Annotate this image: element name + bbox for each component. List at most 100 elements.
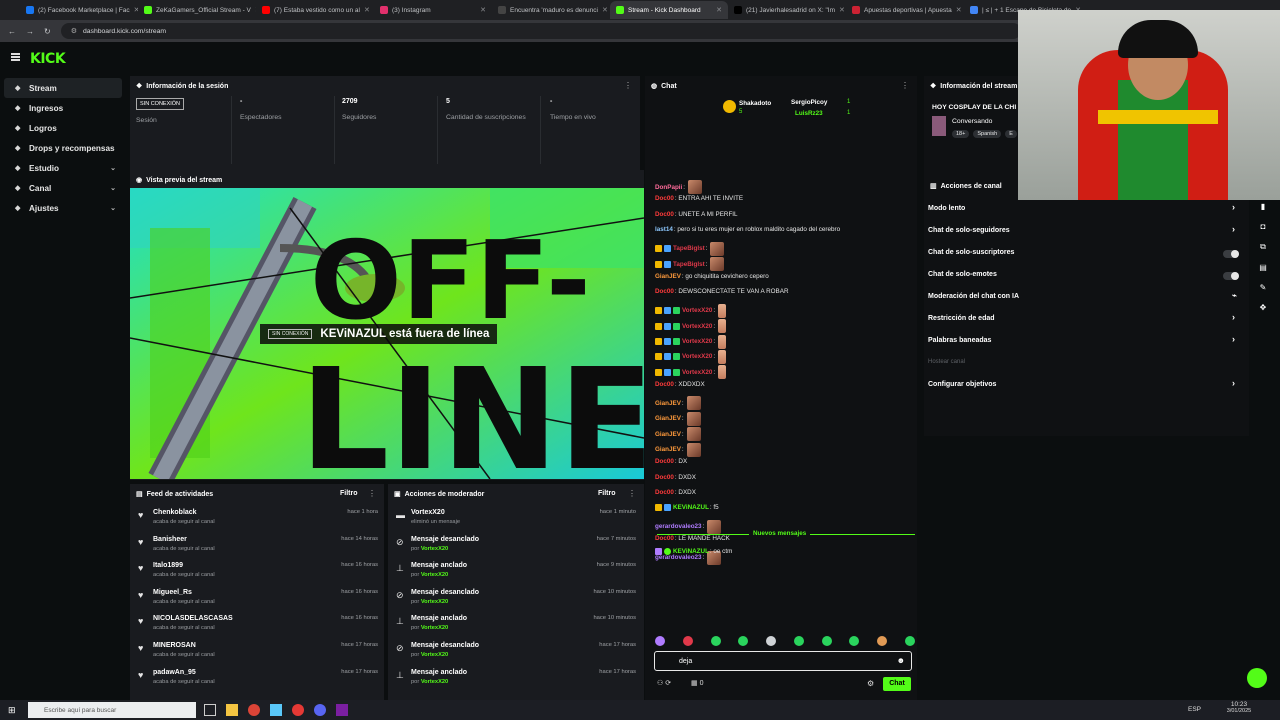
url-field[interactable]: ⚙ dashboard.kick.com/stream bbox=[60, 23, 1021, 39]
chat-tools-icon[interactable]: ⚇ ⟳ bbox=[657, 679, 671, 687]
ai-moderation-icon[interactable]: ⌁ bbox=[1232, 291, 1237, 300]
browser-tab[interactable]: ZeKaGamers_Official Stream - V✕ bbox=[138, 1, 256, 19]
chat-username[interactable]: VortexX20 bbox=[682, 323, 712, 330]
chat-username[interactable]: VortexX20 bbox=[682, 338, 712, 345]
chat-username[interactable]: Doc00 bbox=[655, 288, 674, 295]
chat-more-icon[interactable]: ⋮ bbox=[901, 81, 909, 90]
close-tab-icon[interactable]: ✕ bbox=[364, 6, 370, 14]
emoji-icon[interactable]: ☻ bbox=[897, 656, 905, 665]
chat-username[interactable]: Doc00 bbox=[655, 535, 674, 542]
chat-username[interactable]: GianJEV bbox=[655, 415, 681, 422]
session-more-icon[interactable]: ⋮ bbox=[624, 81, 632, 90]
chat-username[interactable]: TapeBigIst bbox=[673, 261, 705, 268]
chat-username[interactable]: Doc00 bbox=[655, 474, 674, 481]
browser-tab[interactable]: Stream - Kick Dashboard ✕ bbox=[610, 1, 728, 19]
chevron-right-icon[interactable]: › bbox=[1232, 224, 1235, 234]
toggle-switch[interactable] bbox=[1223, 250, 1239, 258]
sidebar-item-canal[interactable]: ◆ Canal ⌄ bbox=[4, 178, 122, 198]
support-chat-icon[interactable] bbox=[1247, 668, 1267, 688]
browser-tab[interactable]: (21) Javierhalesadrid on X: "Im ✕ bbox=[728, 1, 846, 19]
activity-user[interactable]: Migueel_Rs bbox=[153, 589, 192, 596]
browser-tab[interactable]: (2) Facebook Marketplace | Fac ✕ bbox=[20, 1, 138, 19]
activity-user[interactable]: Chenkoblack bbox=[153, 509, 197, 516]
rail-icon[interactable]: ▤ bbox=[1259, 263, 1267, 272]
chat-username[interactable]: VortexX20 bbox=[682, 369, 712, 376]
chat-username[interactable]: Doc00 bbox=[655, 211, 674, 218]
mod-user[interactable]: VortexX20 bbox=[421, 652, 448, 658]
channel-action-5[interactable]: Restricción de edad bbox=[928, 315, 995, 322]
tag[interactable]: E bbox=[1005, 130, 1017, 138]
emote-icon[interactable] bbox=[877, 636, 888, 646]
browser-tab[interactable]: (3) Instagram ✕ bbox=[374, 1, 492, 19]
browser-tab[interactable]: Apuestas deportivas | Apuesta ✕ bbox=[846, 1, 964, 19]
mod-user[interactable]: VortexX20 bbox=[421, 625, 448, 631]
app-icon[interactable] bbox=[270, 704, 282, 716]
chat-username[interactable]: last14 bbox=[655, 226, 673, 233]
activity-user[interactable]: Italo1899 bbox=[153, 562, 183, 569]
chat-username[interactable]: KEViNAZUL bbox=[673, 504, 709, 511]
rail-icon[interactable]: ◘ bbox=[1261, 222, 1266, 231]
close-tab-icon[interactable]: ✕ bbox=[602, 6, 608, 14]
chat-username[interactable]: gerardovaleo23 bbox=[655, 554, 702, 561]
chat-username[interactable]: Doc00 bbox=[655, 381, 674, 388]
chat-username[interactable]: TapeBigIst bbox=[673, 245, 705, 252]
mod-user[interactable]: VortexX20 bbox=[421, 679, 448, 685]
chrome-icon[interactable] bbox=[248, 704, 260, 716]
chat-username[interactable]: gerardovaleo23 bbox=[655, 523, 702, 530]
browser-tab[interactable]: Encuentra 'maduro es denunci ✕ bbox=[492, 1, 610, 19]
chevron-right-icon[interactable]: › bbox=[1232, 312, 1235, 322]
chevron-right-icon[interactable]: › bbox=[1232, 378, 1235, 388]
explorer-icon[interactable] bbox=[226, 704, 238, 716]
activity-filter-button[interactable]: Filtro bbox=[340, 490, 358, 497]
chat-username[interactable]: GianJEV bbox=[655, 431, 681, 438]
taskview-icon[interactable] bbox=[204, 704, 216, 716]
mod-more-icon[interactable]: ⋮ bbox=[628, 489, 636, 498]
chat-input[interactable]: deja ☻ bbox=[654, 651, 912, 671]
mod-user[interactable]: VortexX20 bbox=[421, 599, 448, 605]
chat-username[interactable]: Doc00 bbox=[655, 458, 674, 465]
mod-filter-button[interactable]: Filtro bbox=[598, 490, 616, 497]
chat-send-button[interactable]: Chat bbox=[883, 677, 911, 691]
sidebar-item-logros[interactable]: ◆ Logros bbox=[4, 118, 122, 138]
tag[interactable]: Spanish bbox=[973, 130, 1002, 138]
kick-logo[interactable]: KICK bbox=[30, 51, 66, 67]
chat-username[interactable]: GianJEV bbox=[655, 273, 681, 280]
forward-icon[interactable]: → bbox=[26, 27, 34, 36]
channel-action-4[interactable]: Moderación del chat con IA bbox=[928, 293, 1019, 300]
chat-username[interactable]: GianJEV bbox=[655, 400, 681, 407]
activity-user[interactable]: Banisheer bbox=[153, 536, 187, 543]
channel-action-0[interactable]: Modo lento bbox=[928, 205, 965, 212]
emote-icon[interactable] bbox=[821, 636, 832, 646]
discord-icon[interactable] bbox=[314, 704, 326, 716]
emote-icon[interactable] bbox=[849, 636, 860, 646]
sidebar-item-estudio[interactable]: ◆ Estudio ⌄ bbox=[4, 158, 122, 178]
mod-user[interactable]: VortexX20 bbox=[421, 572, 448, 578]
sidebar-item-ajustes[interactable]: ◆ Ajustes ⌄ bbox=[4, 198, 122, 218]
windows-start-icon[interactable]: ⊞ bbox=[8, 705, 16, 716]
sidebar-item-ingresos[interactable]: ◆ Ingresos bbox=[4, 98, 122, 118]
close-tab-icon[interactable]: ✕ bbox=[480, 6, 486, 14]
chevron-right-icon[interactable]: › bbox=[1232, 334, 1235, 344]
channel-action-1[interactable]: Chat de solo-seguidores bbox=[928, 227, 1010, 234]
rail-icon[interactable]: ✎ bbox=[1260, 283, 1267, 292]
emote-icon[interactable] bbox=[682, 636, 693, 646]
activity-user[interactable]: NICOLASDELASCASAS bbox=[153, 615, 233, 622]
activity-user[interactable]: MINEROSAN bbox=[153, 642, 196, 649]
back-icon[interactable]: ← bbox=[8, 27, 16, 36]
chat-username[interactable]: Doc00 bbox=[655, 489, 674, 496]
emote-icon[interactable] bbox=[738, 636, 749, 646]
close-tab-icon[interactable]: ✕ bbox=[956, 6, 962, 14]
mod-user[interactable]: VortexX20 bbox=[421, 546, 448, 552]
channel-action-8[interactable]: Configurar objetivos bbox=[928, 381, 996, 388]
browser-tab[interactable]: (7) Estaba vestido como un al ✕ bbox=[256, 1, 374, 19]
close-tab-icon[interactable]: ✕ bbox=[716, 6, 722, 14]
rail-icon[interactable]: ▮ bbox=[1261, 202, 1265, 211]
activity-more-icon[interactable]: ⋮ bbox=[368, 489, 376, 498]
menu-icon[interactable] bbox=[11, 53, 20, 61]
taskbar-clock[interactable]: 10:23 3/01/2025 bbox=[1224, 701, 1254, 714]
emote-icon[interactable] bbox=[904, 636, 915, 646]
channel-action-3[interactable]: Chat de solo-emotes bbox=[928, 271, 997, 278]
channel-action-6[interactable]: Palabras baneadas bbox=[928, 337, 991, 344]
chat-username[interactable]: GianJEV bbox=[655, 446, 681, 453]
toggle-switch[interactable] bbox=[1223, 272, 1239, 280]
